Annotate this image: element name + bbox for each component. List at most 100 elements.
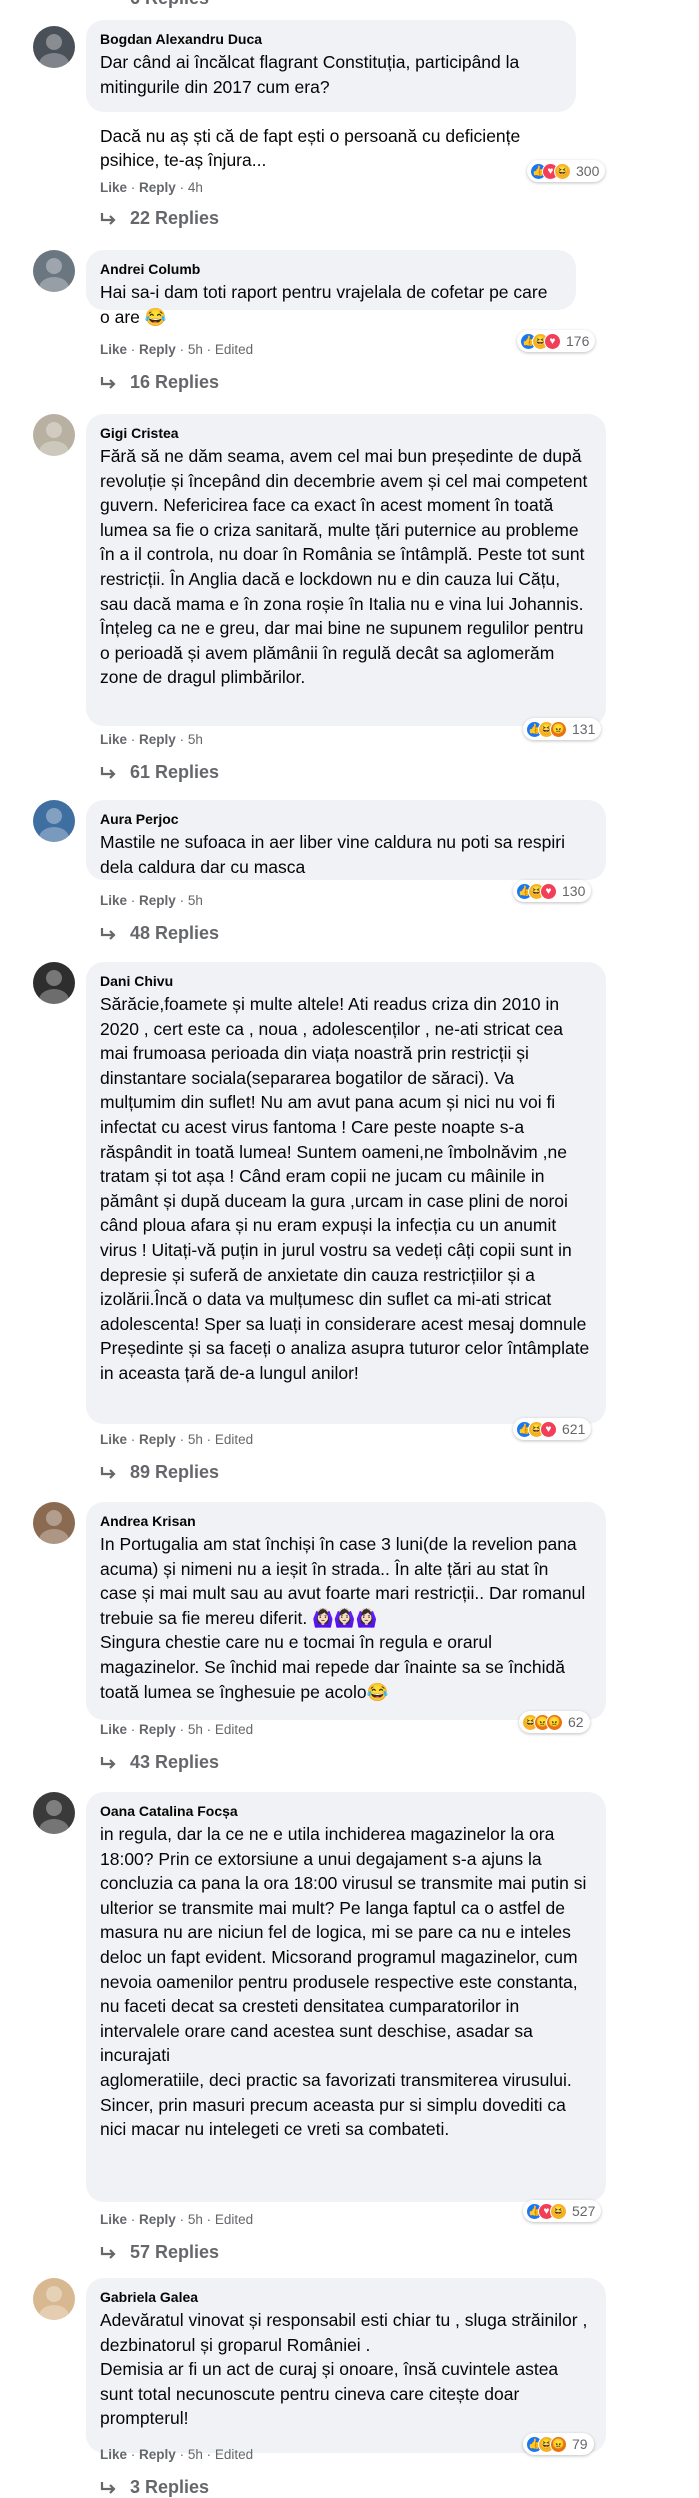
- separator: ·: [130, 732, 136, 747]
- comment-author[interactable]: Gigi Cristea: [100, 424, 590, 442]
- view-replies-link[interactable]: 16 Replies: [100, 372, 219, 393]
- comment-author[interactable]: Gabriela Galea: [100, 2288, 590, 2306]
- edited-label[interactable]: Edited: [215, 2447, 253, 2462]
- reply-action[interactable]: Reply: [139, 2447, 176, 2462]
- separator: ·: [179, 1432, 185, 1447]
- like-action[interactable]: Like: [100, 180, 127, 195]
- comment-bubble: Gabriela Galea Adevăratul vinovat și resp…: [86, 2278, 606, 2453]
- comment-actions: Like · Reply · 4h: [100, 180, 203, 195]
- view-replies-link[interactable]: 3 Replies: [100, 2477, 209, 2498]
- comment-bubble: Andrei Columb Hai sa-i dam toti raport pe…: [86, 250, 576, 327]
- reply-action[interactable]: Reply: [139, 342, 176, 357]
- avatar[interactable]: [33, 1502, 75, 1544]
- edited-label[interactable]: Edited: [215, 1432, 253, 1447]
- reaction-count: 176: [566, 333, 590, 349]
- separator: ·: [206, 342, 212, 357]
- reply-action[interactable]: Reply: [139, 180, 176, 195]
- reply-action[interactable]: Reply: [139, 2212, 176, 2227]
- replies-count[interactable]: 57 Replies: [130, 2242, 219, 2263]
- reaction-summary[interactable]: 😆 😠 😠 62: [519, 1711, 590, 1733]
- avatar[interactable]: [33, 2278, 75, 2320]
- view-replies-link[interactable]: 22 Replies: [100, 208, 219, 229]
- comment-text: Dar când ai încălcat flagrant Constituți…: [100, 52, 521, 171]
- like-action[interactable]: Like: [100, 2212, 127, 2227]
- replies-count[interactable]: 22 Replies: [130, 208, 219, 229]
- comment-time[interactable]: 5h: [188, 1722, 203, 1737]
- view-replies-link[interactable]: 61 Replies: [100, 762, 219, 783]
- replies-count[interactable]: 48 Replies: [130, 923, 219, 944]
- replies-count[interactable]: 61 Replies: [130, 762, 219, 783]
- comment-time[interactable]: 4h: [188, 180, 203, 195]
- like-action[interactable]: Like: [100, 342, 127, 357]
- reaction-count: 527: [572, 2203, 596, 2219]
- like-action[interactable]: Like: [100, 2447, 127, 2462]
- view-replies-link[interactable]: 89 Replies: [100, 1462, 219, 1483]
- separator: ·: [130, 1722, 136, 1737]
- avatar[interactable]: [33, 26, 75, 68]
- comment-bubble: Oana Catalina Focșa in regula, dar la ce …: [86, 1792, 606, 2202]
- comment-text: Sărăcie,foamete și multe altele! Ati rea…: [100, 994, 590, 1383]
- reaction-summary[interactable]: 👍 😆 ♥ 130: [513, 880, 592, 902]
- comment-actions: Like · Reply · 5h: [100, 893, 203, 908]
- haha-reaction-icon: 😆: [550, 2202, 567, 2220]
- comment-time[interactable]: 5h: [188, 1432, 203, 1447]
- replies-count[interactable]: 43 Replies: [130, 1752, 219, 1773]
- view-replies-link[interactable]: 43 Replies: [100, 1752, 219, 1773]
- reaction-summary[interactable]: 👍 😆 😠 79: [523, 2433, 594, 2455]
- reply-action[interactable]: Reply: [139, 1722, 176, 1737]
- love-reaction-icon: ♥: [540, 1420, 557, 1438]
- like-action[interactable]: Like: [100, 1432, 127, 1447]
- like-action[interactable]: Like: [100, 732, 127, 747]
- comment-author[interactable]: Andrei Columb: [100, 260, 560, 278]
- comment-time[interactable]: 5h: [188, 2212, 203, 2227]
- comment-actions: Like · Reply · 5h · Edited: [100, 2212, 253, 2227]
- like-action[interactable]: Like: [100, 893, 127, 908]
- reply-action[interactable]: Reply: [139, 732, 176, 747]
- comment-text: Adevăratul vinovat și responsabil esti c…: [100, 2310, 588, 2429]
- reply-action[interactable]: Reply: [139, 1432, 176, 1447]
- comment-author[interactable]: Andrea Krisan: [100, 1512, 590, 1530]
- comment-bubble: Andrea Krisan In Portugalia am stat închi…: [86, 1502, 606, 1720]
- comment-author[interactable]: Aura Perjoc: [100, 810, 590, 828]
- separator: ·: [179, 1722, 185, 1737]
- comment-actions: Like · Reply · 5h · Edited: [100, 342, 253, 357]
- edited-label[interactable]: Edited: [215, 342, 253, 357]
- reply-action[interactable]: Reply: [139, 893, 176, 908]
- view-replies-link[interactable]: 57 Replies: [100, 2242, 219, 2263]
- replies-count[interactable]: 3 Replies: [130, 2477, 209, 2498]
- comment-author[interactable]: Oana Catalina Focșa: [100, 1802, 590, 1820]
- avatar[interactable]: [33, 250, 75, 292]
- reaction-count: 621: [562, 1421, 586, 1437]
- separator: ·: [179, 2447, 185, 2462]
- comment-time[interactable]: 5h: [188, 732, 203, 747]
- comment-author[interactable]: Bogdan Alexandru Duca: [100, 30, 560, 48]
- reaction-summary[interactable]: 👍 😆 ♥ 621: [513, 1418, 592, 1440]
- reaction-summary[interactable]: 👍 😆 😠 131: [523, 718, 602, 740]
- edited-label[interactable]: Edited: [215, 1722, 253, 1737]
- comment-text: In Portugalia am stat închiși în case 3 …: [100, 1534, 586, 1702]
- replies-count[interactable]: 16 Replies: [130, 372, 219, 393]
- reaction-summary[interactable]: 👍 ♥ 😆 300: [527, 160, 606, 182]
- comment-actions: Like · Reply · 5h · Edited: [100, 2447, 253, 2462]
- reaction-summary[interactable]: 👍 ♥ 😆 527: [523, 2200, 602, 2222]
- comment-time[interactable]: 5h: [188, 342, 203, 357]
- separator: ·: [130, 180, 136, 195]
- comment-bubble: Gigi Cristea Fără să ne dăm seama, avem c…: [86, 414, 606, 726]
- comment-time[interactable]: 5h: [188, 2447, 203, 2462]
- comment-actions: Like · Reply · 5h: [100, 732, 203, 747]
- edited-label[interactable]: Edited: [215, 2212, 253, 2227]
- like-action[interactable]: Like: [100, 1722, 127, 1737]
- avatar[interactable]: [33, 1792, 75, 1834]
- reaction-summary[interactable]: 👍 😆 ♥ 176: [517, 330, 596, 352]
- comment-author[interactable]: Dani Chivu: [100, 972, 590, 990]
- avatar[interactable]: [33, 414, 75, 456]
- separator: ·: [179, 732, 185, 747]
- replies-count[interactable]: 89 Replies: [130, 1462, 219, 1483]
- comment-time[interactable]: 5h: [188, 893, 203, 908]
- love-reaction-icon: ♥: [540, 882, 557, 900]
- reaction-count: 300: [576, 163, 600, 179]
- previous-replies-link[interactable]: 6 Replies: [130, 0, 209, 9]
- avatar[interactable]: [33, 800, 75, 842]
- view-replies-link[interactable]: 48 Replies: [100, 923, 219, 944]
- avatar[interactable]: [33, 962, 75, 1004]
